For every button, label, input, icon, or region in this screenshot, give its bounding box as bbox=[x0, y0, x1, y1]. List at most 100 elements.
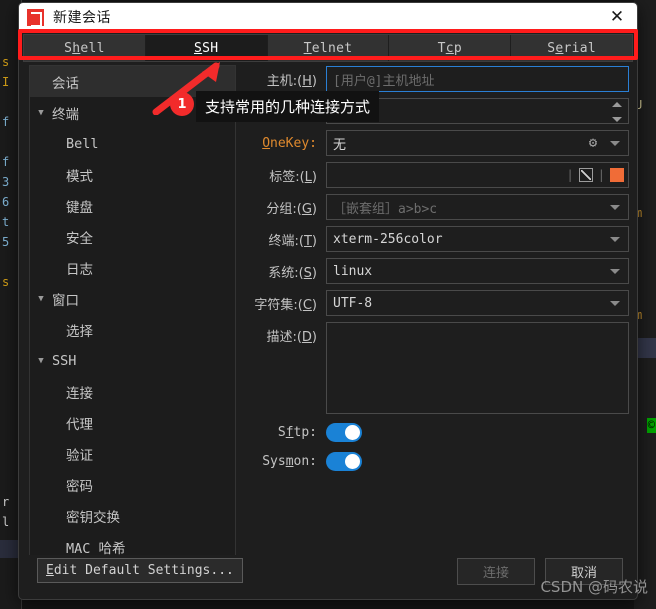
description-textarea[interactable] bbox=[326, 322, 629, 414]
sidebar-item-label: 密码 bbox=[66, 478, 93, 495]
sidebar-item-label: 安全 bbox=[66, 230, 93, 247]
divider: | bbox=[566, 168, 574, 182]
group-row: 分组:(G) ［嵌套组］a>b>c bbox=[242, 194, 629, 220]
annotation-tooltip: 支持常用的几种连接方式 bbox=[196, 91, 380, 122]
chevron-down-icon bbox=[610, 237, 620, 242]
tab-telnet[interactable]: Telnet bbox=[267, 35, 390, 61]
sidebar-item-label: 验证 bbox=[66, 447, 93, 464]
chevron-down-icon bbox=[610, 269, 620, 274]
dialog-actions: 连接 取消 bbox=[457, 558, 623, 585]
chevron-down-icon bbox=[610, 205, 620, 210]
cancel-button[interactable]: 取消 bbox=[545, 558, 623, 585]
sftp-toggle[interactable] bbox=[326, 422, 362, 442]
gear-icon[interactable]: ⚙ bbox=[586, 136, 600, 150]
sysmon-toggle[interactable] bbox=[326, 451, 362, 471]
description-row: 描述:(D) bbox=[242, 322, 629, 414]
annotation-step-badge: 1 bbox=[170, 92, 194, 116]
sftp-label: Sftp: bbox=[277, 424, 317, 440]
ssh-session-form: 主机:(H) [用户@]主机地址 端口:(P) 22 OneKey: 无 ⚙ bbox=[236, 65, 637, 599]
sidebar-item-auth[interactable]: 验证 bbox=[30, 438, 235, 469]
settings-tree[interactable]: 会话 ▼ 终端 Bell 模式 键盘 安全 日志 ▼ 窗口 选择 ▼ SSH 连接 代理 验证 密码 密钥交换 MA… bbox=[29, 65, 236, 555]
onekey-select[interactable]: 无 ⚙ bbox=[326, 130, 629, 156]
tag-color-swatch[interactable] bbox=[610, 168, 624, 182]
tag-picker-icon[interactable] bbox=[578, 168, 593, 182]
sidebar-item-label: 键盘 bbox=[66, 199, 93, 216]
sidebar-item-label: 日志 bbox=[66, 261, 93, 278]
chevron-down-icon bbox=[610, 141, 620, 146]
onekey-value: 无 bbox=[333, 137, 347, 153]
divider: | bbox=[597, 168, 605, 182]
terminal-label: 终端:(T) bbox=[268, 233, 317, 249]
sidebar-item-ssh[interactable]: ▼ SSH bbox=[30, 345, 235, 376]
sidebar-item-connection[interactable]: 连接 bbox=[30, 376, 235, 407]
app-logo-icon bbox=[27, 8, 44, 27]
tab-serial[interactable]: Se rial bbox=[511, 35, 632, 61]
chevron-down-icon[interactable]: ▼ bbox=[30, 108, 52, 118]
system-value: linux bbox=[333, 263, 373, 279]
system-label: 系统:(S) bbox=[268, 265, 317, 281]
sidebar-item-proxy[interactable]: 代理 bbox=[30, 407, 235, 438]
tab-ssh[interactable]: S SH bbox=[145, 35, 268, 61]
tag-input[interactable]: | | bbox=[326, 162, 629, 188]
connect-button[interactable]: 连接 bbox=[457, 558, 535, 585]
sidebar-item-label: 选择 bbox=[66, 323, 93, 340]
host-label: 主机:(H) bbox=[266, 73, 317, 89]
onekey-label: OneKey: bbox=[262, 135, 317, 151]
sidebar-item-label: 代理 bbox=[66, 416, 93, 433]
terminal-row: 终端:(T) xterm-256color bbox=[242, 226, 629, 252]
chevron-down-icon[interactable]: ▼ bbox=[30, 294, 52, 304]
sidebar-item-label: 模式 bbox=[66, 168, 93, 185]
sidebar-item-label: 窗口 bbox=[52, 292, 79, 309]
chevron-down-icon bbox=[610, 301, 620, 306]
sidebar-item-mode[interactable]: 模式 bbox=[30, 159, 235, 190]
tag-label: 标签:(L) bbox=[269, 169, 317, 185]
sidebar-item-label: 连接 bbox=[66, 385, 93, 402]
title-bar: 新建会话 ✕ bbox=[19, 3, 637, 31]
tab-shell[interactable]: Sh ell bbox=[24, 35, 146, 61]
charset-value: UTF-8 bbox=[333, 295, 373, 311]
tag-tools: | | bbox=[567, 163, 624, 187]
description-label: 描述:(D) bbox=[266, 330, 317, 345]
window-title: 新建会话 bbox=[53, 10, 111, 26]
group-placeholder: ［嵌套组］a>b>c bbox=[333, 201, 438, 217]
terminal-select[interactable]: xterm-256color bbox=[326, 226, 629, 252]
sidebar-item-label: MAC 哈希 bbox=[66, 540, 126, 556]
host-row: 主机:(H) [用户@]主机地址 bbox=[242, 66, 629, 92]
charset-label: 字符集:(C) bbox=[254, 297, 317, 313]
system-row: 系统:(S) linux bbox=[242, 258, 629, 284]
sidebar-item-label: Bell bbox=[66, 135, 99, 152]
group-label: 分组:(G) bbox=[266, 201, 317, 217]
charset-row: 字符集:(C) UTF-8 bbox=[242, 290, 629, 316]
sidebar-item-selection[interactable]: 选择 bbox=[30, 314, 235, 345]
edit-default-settings-button[interactable]: Edit Default Settings... bbox=[37, 558, 243, 583]
chevron-down-icon[interactable]: ▼ bbox=[30, 356, 52, 366]
sidebar-item-label: SSH bbox=[52, 352, 77, 369]
sidebar-item-label: 会话 bbox=[52, 75, 79, 92]
tag-row: 标签:(L) | | bbox=[242, 162, 629, 188]
group-select[interactable]: ［嵌套组］a>b>c bbox=[326, 194, 629, 220]
sidebar-item-log[interactable]: 日志 bbox=[30, 252, 235, 283]
dialog-body: 会话 ▼ 终端 Bell 模式 键盘 安全 日志 ▼ 窗口 选择 ▼ SSH 连接 代理 验证 密码 密钥交换 MA… bbox=[19, 65, 637, 599]
tab-tcp[interactable]: Tcp bbox=[389, 35, 512, 61]
sidebar-item-label: 终端 bbox=[52, 106, 79, 123]
sidebar-item-kex[interactable]: 密钥交换 bbox=[30, 500, 235, 531]
sidebar-item-mac-hash[interactable]: MAC 哈希 bbox=[30, 531, 235, 556]
sysmon-label: Sysmon: bbox=[262, 453, 317, 469]
sidebar-item-bell[interactable]: Bell bbox=[30, 128, 235, 159]
host-placeholder: [用户@]主机地址 bbox=[333, 73, 435, 89]
close-icon[interactable]: ✕ bbox=[603, 5, 631, 29]
onekey-row: OneKey: 无 ⚙ bbox=[242, 130, 629, 156]
terminal-prompt-chip: © bbox=[646, 418, 656, 433]
sidebar-item-keyboard[interactable]: 键盘 bbox=[30, 190, 235, 221]
terminal-right-selection bbox=[636, 338, 656, 358]
protocol-tabs: Sh ell S SH Telnet Tc p Se rial bbox=[23, 34, 633, 62]
host-input[interactable]: [用户@]主机地址 bbox=[326, 66, 629, 92]
port-stepper[interactable] bbox=[611, 102, 622, 122]
terminal-value: xterm-256color bbox=[333, 231, 443, 247]
system-select[interactable]: linux bbox=[326, 258, 629, 284]
sidebar-item-security[interactable]: 安全 bbox=[30, 221, 235, 252]
sidebar-item-password[interactable]: 密码 bbox=[30, 469, 235, 500]
sidebar-item-label: 密钥交换 bbox=[66, 509, 120, 526]
sidebar-item-window[interactable]: ▼ 窗口 bbox=[30, 283, 235, 314]
charset-select[interactable]: UTF-8 bbox=[326, 290, 629, 316]
